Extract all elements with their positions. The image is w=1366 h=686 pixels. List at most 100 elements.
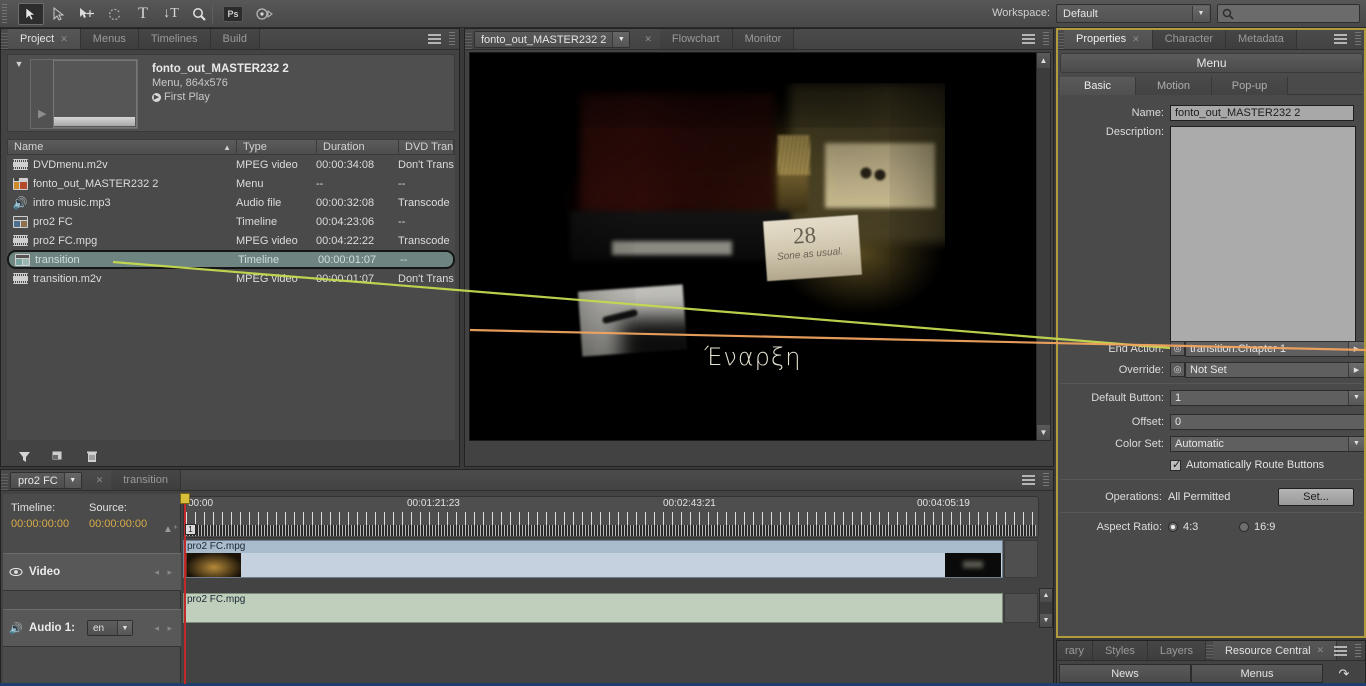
close-icon[interactable]: ✕: [1317, 645, 1325, 656]
tab-character[interactable]: Character: [1152, 29, 1226, 49]
preview-tool-icon[interactable]: [252, 3, 278, 25]
panel-resize-dots[interactable]: [1355, 32, 1361, 47]
sort-asc-icon[interactable]: ▲: [223, 143, 231, 152]
table-row[interactable]: DVDmenu.m2v MPEG video 00:00:34:08 Don't…: [7, 155, 455, 174]
table-row[interactable]: transition.m2v MPEG video 00:00:01:07 Do…: [7, 269, 455, 288]
video-track-empty[interactable]: [1004, 540, 1038, 578]
table-row-selected[interactable]: transition Timeline 00:00:01:07 --: [7, 250, 455, 269]
panel-menu-icon[interactable]: [1331, 33, 1347, 45]
end-action-field[interactable]: transition:Chapter 1 ▶: [1185, 340, 1365, 357]
current-time-indicator[interactable]: [180, 493, 190, 684]
monitor-tab-close-icon[interactable]: ✕: [630, 29, 660, 49]
news-button[interactable]: News: [1059, 664, 1191, 683]
track-nav-arrows[interactable]: ◂ ▸: [154, 623, 175, 634]
panel-resize-dots[interactable]: [1355, 644, 1361, 659]
chevron-down-icon[interactable]: ▼: [63, 473, 81, 488]
panel-resize-dots[interactable]: [1043, 473, 1049, 488]
project-panel-grip[interactable]: [1, 29, 8, 49]
panel-menu-icon[interactable]: [425, 33, 441, 45]
timeline-vertical-scrollbar[interactable]: ▲ ▼: [1039, 588, 1053, 628]
chevron-down-icon[interactable]: ▼: [612, 32, 630, 47]
audio-language-select[interactable]: en ▼: [87, 620, 133, 636]
zoom-tool-icon[interactable]: [186, 3, 212, 25]
tab-project[interactable]: Project ✕: [8, 29, 81, 49]
timeline-panel-grip[interactable]: [1, 470, 8, 490]
add-track-icon[interactable]: ▲⁺: [163, 524, 178, 535]
timeline-tab-close-icon[interactable]: ✕: [82, 470, 112, 490]
column-header-duration[interactable]: Duration: [317, 139, 399, 155]
auto-route-checkbox[interactable]: Automatically Route Buttons: [1170, 458, 1324, 471]
link-target-icon[interactable]: ◎: [1170, 362, 1185, 377]
panel-resize-dots[interactable]: [449, 32, 455, 47]
video-track-header[interactable]: Video ◂ ▸: [3, 553, 181, 591]
checkbox-icon[interactable]: [1170, 458, 1181, 471]
audio-track-empty[interactable]: [1004, 593, 1038, 623]
column-header-name[interactable]: Name ▲: [8, 139, 237, 155]
eye-icon[interactable]: [3, 567, 29, 577]
search-input[interactable]: [1217, 4, 1360, 23]
scroll-down-icon[interactable]: ▼: [1037, 425, 1050, 440]
timeline-tc-value[interactable]: 00:00:00:00: [11, 518, 69, 530]
tab-layers[interactable]: Layers: [1147, 641, 1206, 660]
link-target-icon[interactable]: ◎: [1170, 341, 1185, 356]
filter-icon[interactable]: [7, 446, 41, 466]
chevron-down-icon[interactable]: ▼: [117, 621, 132, 635]
radio-4-3-icon[interactable]: [1168, 522, 1178, 532]
table-row[interactable]: 🔊 intro music.mp3 Audio file 00:00:32:08…: [7, 193, 455, 212]
workspace-select[interactable]: Default ▼: [1056, 4, 1211, 23]
video-clip[interactable]: pro2 FC.mpg: [183, 540, 1003, 578]
default-button-field[interactable]: 1 ▼: [1170, 389, 1365, 406]
subtab-popup[interactable]: Pop-up: [1212, 77, 1288, 95]
chapter-marker-1[interactable]: 1: [185, 524, 196, 535]
project-asset-list[interactable]: DVDmenu.m2v MPEG video 00:00:34:08 Don't…: [7, 155, 455, 440]
chevron-down-icon[interactable]: ▼: [1348, 390, 1364, 405]
table-row[interactable]: fonto_out_MASTER232 2 Menu -- --: [7, 174, 455, 193]
move-tool-icon[interactable]: [74, 3, 100, 25]
resource-panel-grip[interactable]: [1205, 641, 1213, 660]
color-set-field[interactable]: Automatic ▼: [1170, 435, 1365, 452]
audio-clip[interactable]: pro2 FC.mpg: [183, 593, 1003, 623]
tab-styles[interactable]: Styles: [1092, 641, 1148, 660]
name-field[interactable]: fonto_out_MASTER232 2: [1170, 104, 1354, 121]
audio-track-header[interactable]: 🔊 Audio 1: en ▼ ◂ ▸: [3, 609, 181, 647]
toolbar-grip[interactable]: [2, 4, 7, 24]
properties-panel-grip[interactable]: [1057, 29, 1064, 49]
tab-resource-central[interactable]: Resource Central ✕: [1212, 641, 1338, 660]
table-row[interactable]: pro2 FC.mpg MPEG video 00:04:22:22 Trans…: [7, 231, 455, 250]
subtab-motion[interactable]: Motion: [1136, 77, 1212, 95]
tab-monitor[interactable]: Monitor: [732, 29, 795, 49]
delete-icon[interactable]: [75, 446, 109, 466]
set-button[interactable]: Set...: [1278, 488, 1354, 506]
vertical-text-tool-icon[interactable]: ↓T: [158, 3, 184, 25]
selection-tool-icon[interactable]: [18, 3, 44, 25]
offset-field[interactable]: 0: [1170, 413, 1365, 430]
monitor-vertical-scrollbar[interactable]: ▲ ▼: [1036, 52, 1051, 441]
tab-library[interactable]: rary: [1057, 641, 1093, 660]
timeline-select[interactable]: pro2 FC ▼: [10, 472, 82, 489]
scroll-down-icon[interactable]: ▼: [1040, 614, 1052, 627]
photoshop-tool-icon[interactable]: Ps: [220, 3, 246, 25]
chevron-right-icon[interactable]: ▶: [1348, 341, 1364, 356]
chevron-down-icon[interactable]: ▼: [1192, 6, 1209, 21]
disclosure-triangle-icon[interactable]: ▼: [8, 55, 30, 133]
tab-transition[interactable]: transition: [111, 470, 181, 490]
panel-resize-dots[interactable]: [1043, 32, 1049, 47]
chevron-right-icon[interactable]: ▶: [1348, 362, 1364, 377]
timeline-ruler[interactable]: 00:00 00:01:21:23 00:02:43:21 00:04:05:1…: [183, 496, 1039, 538]
monitor-menu-select[interactable]: fonto_out_MASTER232 2 ▼: [474, 31, 631, 48]
direct-select-tool-icon[interactable]: [46, 3, 72, 25]
panel-menu-icon[interactable]: [1331, 645, 1347, 657]
tab-flowchart[interactable]: Flowchart: [659, 29, 733, 49]
panel-menu-icon[interactable]: [1019, 33, 1035, 45]
subtab-basic[interactable]: Basic: [1060, 77, 1136, 95]
table-row[interactable]: pro2 FC Timeline 00:04:23:06 --: [7, 212, 455, 231]
close-icon[interactable]: ✕: [60, 34, 68, 45]
track-nav-arrows[interactable]: ◂ ▸: [154, 567, 175, 578]
cti-handle[interactable]: [180, 493, 190, 504]
radio-16-9-icon[interactable]: [1239, 522, 1249, 532]
tab-build[interactable]: Build: [210, 29, 260, 49]
description-field[interactable]: [1170, 126, 1356, 345]
column-header-dvd-transcode[interactable]: DVD Trans: [399, 139, 454, 155]
tab-properties[interactable]: Properties ✕: [1064, 29, 1153, 49]
menus-button[interactable]: Menus: [1191, 664, 1323, 683]
